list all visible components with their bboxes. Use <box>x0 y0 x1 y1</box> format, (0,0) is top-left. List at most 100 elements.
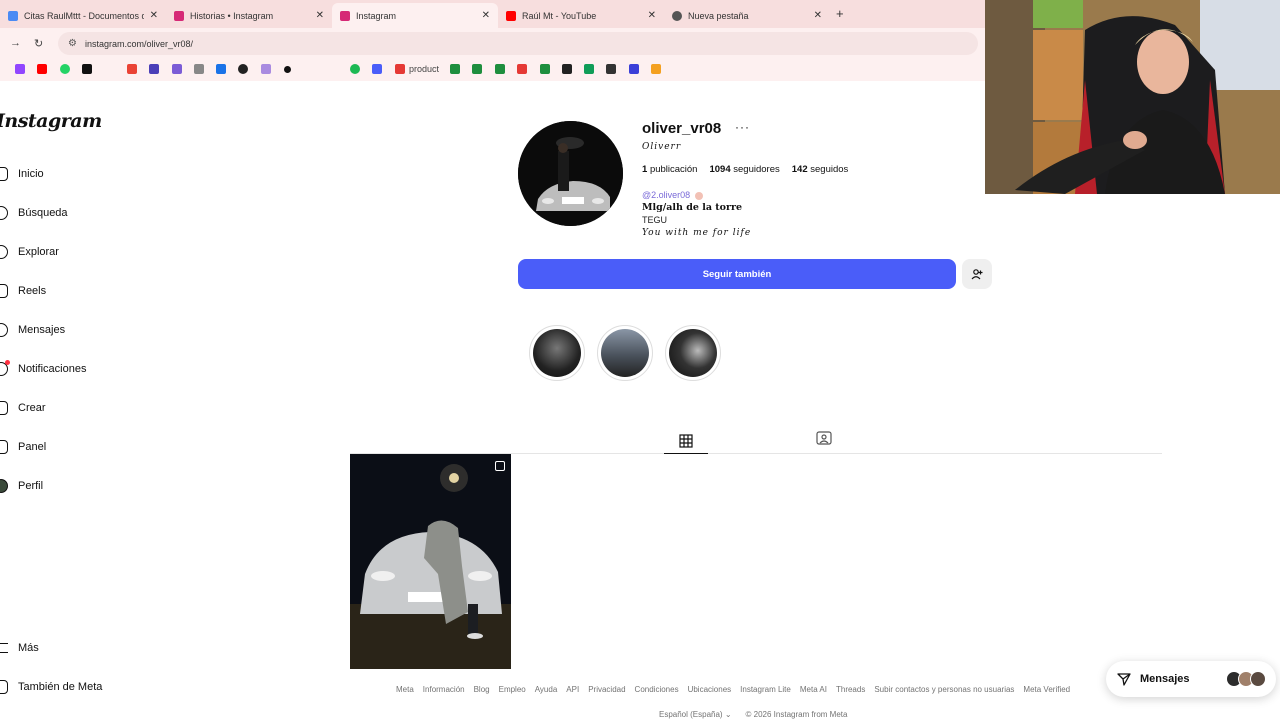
bookmark-icon[interactable] <box>562 64 572 74</box>
browser-tab-active[interactable]: Instagram ✕ <box>332 3 498 28</box>
sidebar-item-notificaciones[interactable]: Notificaciones <box>0 359 86 379</box>
whatsapp-bookmark-icon[interactable] <box>60 64 70 74</box>
tab-close-icon[interactable]: ✕ <box>648 10 656 21</box>
paypal-bookmark-icon[interactable] <box>216 64 226 74</box>
language-selector[interactable]: Español (España) ⌄ <box>659 710 732 719</box>
profile-full-name: Oliverr <box>642 142 682 152</box>
tab-title: Historias • Instagram <box>190 10 274 21</box>
bookmark-icon[interactable] <box>284 66 291 73</box>
sheets-bookmark-icon[interactable] <box>540 64 550 74</box>
youtube-bookmark-icon[interactable] <box>37 64 47 74</box>
browser-tab[interactable]: Citas RaulMttt - Documentos de ✕ <box>0 3 166 28</box>
footer-link[interactable]: API <box>566 685 579 694</box>
footer-link[interactable]: Ayuda <box>535 685 558 694</box>
multiple-photos-icon <box>495 461 505 471</box>
footer-link[interactable]: Condiciones <box>635 685 679 694</box>
bookmark-icon[interactable] <box>172 64 182 74</box>
posts-label: publicación <box>649 164 698 175</box>
posts-count: 1 <box>642 164 648 175</box>
bookmark-icon[interactable] <box>606 64 616 74</box>
footer-link[interactable]: Instagram Lite <box>740 685 791 694</box>
reload-icon[interactable]: ↻ <box>34 37 43 50</box>
story-highlight[interactable] <box>665 325 721 381</box>
sidebar-item-panel[interactable]: Panel <box>0 437 46 457</box>
sidebar-item-perfil[interactable]: Perfil <box>0 476 43 496</box>
bookmark-product[interactable]: product <box>409 64 439 74</box>
messages-button[interactable]: Mensajes <box>1106 661 1276 697</box>
bookmark-icon[interactable] <box>194 64 204 74</box>
bookmark-icon[interactable] <box>584 64 594 74</box>
sidebar-item-label: Panel <box>18 441 47 453</box>
post-thumbnail[interactable] <box>350 454 511 669</box>
browser-tab[interactable]: Raúl Mt - YouTube ✕ <box>498 3 664 28</box>
footer-link[interactable]: Meta Verified <box>1023 685 1070 694</box>
footer-link[interactable]: Ubicaciones <box>688 685 732 694</box>
sheets-bookmark-icon[interactable] <box>450 64 460 74</box>
sheets-bookmark-icon[interactable] <box>472 64 482 74</box>
footer-link[interactable]: Privacidad <box>588 685 625 694</box>
sheets-bookmark-icon[interactable] <box>495 64 505 74</box>
bookmark-icon[interactable] <box>149 64 159 74</box>
profile-options-button[interactable]: ··· <box>735 120 750 134</box>
tab-close-icon[interactable]: ✕ <box>316 10 324 21</box>
instagram-logo[interactable]: Instagram <box>0 110 102 132</box>
profile-avatar[interactable] <box>518 121 623 226</box>
twitch-bookmark-icon[interactable] <box>15 64 25 74</box>
tab-close-icon[interactable]: ✕ <box>814 10 822 21</box>
following-stat[interactable]: 142 seguidos <box>792 164 849 175</box>
address-url: instagram.com/oliver_vr08/ <box>84 38 194 49</box>
dashboard-icon <box>0 440 8 454</box>
tab-close-icon[interactable]: ✕ <box>150 10 158 21</box>
footer-link[interactable]: Empleo <box>499 685 526 694</box>
tab-close-icon[interactable]: ✕ <box>482 10 490 21</box>
new-tab-button[interactable]: + <box>836 6 844 21</box>
sidebar-item-tambien-de-meta[interactable]: También de Meta <box>0 677 102 697</box>
home-icon <box>0 167 8 181</box>
highlight-cover <box>601 329 649 377</box>
footer-link[interactable]: Threads <box>836 685 865 694</box>
sidebar-item-inicio[interactable]: Inicio <box>0 164 44 184</box>
bookmark-icon[interactable] <box>517 64 527 74</box>
spotify-bookmark-icon[interactable] <box>350 64 360 74</box>
tiktok-bookmark-icon[interactable] <box>82 64 92 74</box>
footer-link[interactable]: Meta <box>396 685 414 694</box>
sidebar-item-mas[interactable]: Más <box>0 638 39 658</box>
profile-stats: 1 publicación 1094 seguidores 142 seguid… <box>642 164 848 175</box>
reels-icon <box>0 284 8 298</box>
threads-link[interactable]: @2.oliver08 <box>642 190 703 200</box>
highlight-cover <box>669 329 717 377</box>
sidebar-item-busqueda[interactable]: Búsqueda <box>0 203 68 223</box>
sidebar-item-explorar[interactable]: Explorar <box>0 242 59 262</box>
send-icon <box>1117 673 1131 686</box>
profile-avatar-image <box>518 121 623 226</box>
bookmark-icon[interactable] <box>629 64 639 74</box>
tab-posts[interactable] <box>664 428 708 454</box>
footer-link[interactable]: Información <box>423 685 465 694</box>
address-bar[interactable]: ⚙ instagram.com/oliver_vr08/ <box>58 32 978 55</box>
footer-link[interactable]: Subir contactos y personas no usuarias <box>874 685 1014 694</box>
play-bookmark-icon[interactable] <box>372 64 382 74</box>
sidebar-item-mensajes[interactable]: Mensajes <box>0 320 65 340</box>
grid-icon <box>679 433 693 448</box>
browser-tab[interactable]: Historias • Instagram ✕ <box>166 3 332 28</box>
sidebar-item-crear[interactable]: Crear <box>0 398 46 418</box>
bookmark-icon[interactable] <box>651 64 661 74</box>
footer-link[interactable]: Blog <box>474 685 490 694</box>
site-settings-icon[interactable]: ⚙ <box>68 38 77 49</box>
forward-arrow-icon[interactable]: → <box>10 37 21 49</box>
story-highlight[interactable] <box>529 325 585 381</box>
bookmark-icon[interactable] <box>261 64 271 74</box>
followers-stat[interactable]: 1094 seguidores <box>709 164 779 175</box>
tab-tagged[interactable] <box>812 428 836 448</box>
gmail-bookmark-icon[interactable] <box>127 64 137 74</box>
menu-icon <box>0 643 8 653</box>
browser-tab[interactable]: Nueva pestaña ✕ <box>664 3 830 28</box>
sidebar-item-label: También de Meta <box>18 681 103 693</box>
bookmark-icon[interactable] <box>395 64 405 74</box>
sidebar-item-reels[interactable]: Reels <box>0 281 46 301</box>
footer-link[interactable]: Meta AI <box>800 685 827 694</box>
chatgpt-bookmark-icon[interactable] <box>238 64 248 74</box>
story-highlight[interactable] <box>597 325 653 381</box>
suggested-accounts-button[interactable] <box>962 259 992 289</box>
follow-back-button[interactable]: Seguir también <box>518 259 956 289</box>
